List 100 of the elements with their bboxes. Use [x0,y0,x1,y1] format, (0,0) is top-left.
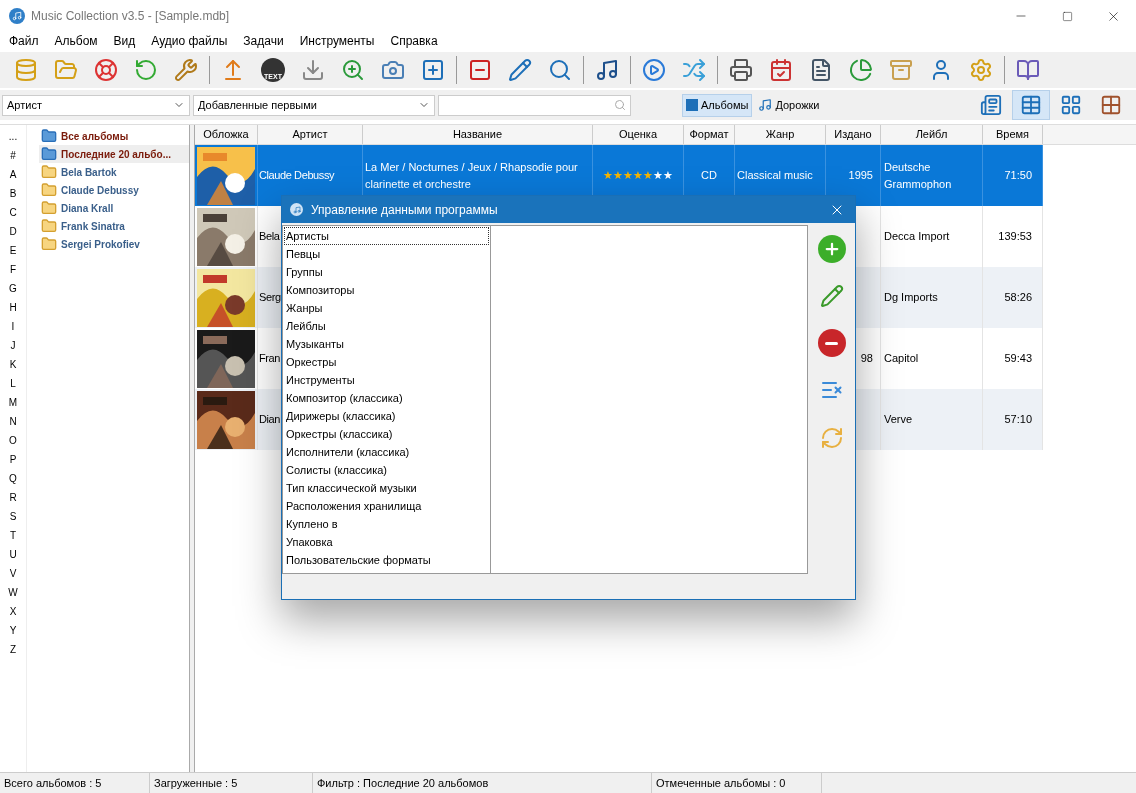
alphabet-letter[interactable]: R [9,488,17,507]
alphabet-letter[interactable]: J [10,336,16,355]
list-item[interactable]: Куплено в [284,515,489,533]
status-text: Отмеченные альбомы : 0 [652,773,822,793]
add-button[interactable] [817,235,846,263]
alphabet-letter[interactable]: C [9,203,17,222]
alphabet-letter[interactable]: F [9,260,17,279]
search-field[interactable] [438,94,631,116]
tree-item[interactable]: Claude Debussy [39,181,189,199]
list-item[interactable]: Пользовательские форматы [284,551,489,569]
status-text: Загруженные : 5 [150,773,313,793]
alphabet-letter[interactable]: H [9,298,17,317]
column-header[interactable]: Название [363,125,593,144]
alphabet-letter[interactable]: S [9,507,17,526]
table-cell-text: Fran [259,351,281,367]
menu-item[interactable]: Альбом [54,32,98,50]
column-header[interactable]: Артист [258,125,363,144]
alphabet-letter[interactable]: U [9,545,17,564]
alphabet-letter[interactable]: M [8,393,18,412]
table-view-icon[interactable] [1012,90,1050,120]
table-cell-text: Bela [259,229,280,245]
list-item[interactable]: Певцы [284,245,489,263]
table-cell-text: CD [701,168,717,184]
menu-item[interactable]: Файл [9,32,39,50]
alphabet-letter[interactable]: E [9,241,17,260]
alphabet-letter[interactable]: W [8,583,18,602]
mode-tab[interactable]: Альбомы [682,93,753,117]
list-item[interactable]: Исполнители (классика) [284,443,489,461]
menu-item[interactable]: Вид [113,32,136,50]
list-item[interactable]: Группы [284,263,489,281]
list-item[interactable]: Оркестры (классика) [284,425,489,443]
list-item[interactable]: Оркестры [284,353,489,371]
list-item[interactable]: Расположения хранилища [284,497,489,515]
alphabet-letter[interactable]: ... [8,127,18,146]
alphabet-letter[interactable]: P [9,450,17,469]
menu-item[interactable]: Справка [390,32,438,50]
menu-item[interactable]: Инструменты [299,32,375,50]
alphabet-letter[interactable]: L [10,374,16,393]
app-icon [9,8,25,24]
alphabet-letter[interactable]: Z [9,640,17,659]
tree-item[interactable]: Sergei Prokofiev [39,235,189,253]
alphabet-letter[interactable]: X [9,602,17,621]
list-item[interactable]: Композиторы [284,281,489,299]
alphabet-letter[interactable]: T [9,526,17,545]
mode-tab[interactable]: Дорожки [754,93,824,117]
alphabet-letter[interactable]: G [9,279,17,298]
list-item[interactable]: Композитор (классика) [284,389,489,407]
table-cell-text: Classical music [737,168,813,184]
table-cell-text: Serg [259,290,281,306]
pencil-icon [819,284,844,308]
list-item[interactable]: Тип классической музыки [284,479,489,497]
dropdown-value: Артист [7,97,42,113]
column-header[interactable]: Издано [826,125,881,144]
list-item[interactable]: Жанры [284,299,489,317]
tree-item[interactable]: Diana Krall [39,199,189,217]
table-cell-text: 1995 [848,168,873,184]
column-header[interactable]: Формат [684,125,735,144]
alphabet-letter[interactable]: V [9,564,17,583]
star-rating: ★★★★★★★ [603,170,673,181]
mode-label: Альбомы [701,97,749,113]
column-header[interactable]: Лейбл [881,125,983,144]
list-item[interactable]: Инструменты [284,371,489,389]
tree-item[interactable]: Последние 20 альбо... [39,145,189,163]
column-header[interactable]: Оценка [593,125,684,144]
smart-folder-icon [41,146,57,162]
column-header[interactable]: Время [983,125,1043,144]
alphabet-letter[interactable]: # [10,146,16,165]
table-cell-text: Capitol [884,351,919,367]
folder-icon [41,200,57,216]
alphabet-letter[interactable]: I [11,317,15,336]
refresh-icon [819,426,844,450]
list-item[interactable]: Артисты [284,227,489,245]
mode-label: Дорожки [775,97,820,113]
alphabet-letter[interactable]: K [9,355,17,374]
folder-icon [41,182,57,198]
menu-item[interactable]: Задачи [243,32,284,50]
tree-item[interactable]: Все альбомы [39,127,189,145]
list-item[interactable]: Лейблы [284,317,489,335]
tree-item[interactable]: Bela Bartok [39,163,189,181]
group-by-dropdown[interactable]: Артист [2,94,190,116]
alphabet-letter[interactable]: Y [9,621,17,640]
list-item[interactable]: Дирижеры (классика) [284,407,489,425]
alphabet-letter[interactable]: B [9,184,17,203]
alphabet-letter[interactable]: Q [9,469,17,488]
menu-item[interactable]: Аудио файлы [151,32,228,50]
column-header[interactable]: Жанр [735,125,826,144]
list-item[interactable]: Солисты (классика) [284,461,489,479]
delete-button[interactable] [817,329,846,357]
tree-item[interactable]: Frank Sinatra [39,217,189,235]
alphabet-letter[interactable]: D [9,222,17,241]
alphabet-letter[interactable]: N [9,412,17,431]
window-title: Music Collection v3.5 - [Sample.mdb] [31,8,230,25]
column-header[interactable]: Обложка [195,125,258,144]
alphabet-letter[interactable]: O [9,431,17,450]
list-item[interactable]: Музыканты [284,335,489,353]
status-text: Фильтр : Последние 20 альбомов [313,773,652,793]
table-cell-text: Dian [259,412,281,428]
list-item[interactable]: Упаковка [284,533,489,551]
alphabet-letter[interactable]: A [9,165,17,184]
sort-dropdown[interactable]: Добавленные первыми [193,94,435,116]
